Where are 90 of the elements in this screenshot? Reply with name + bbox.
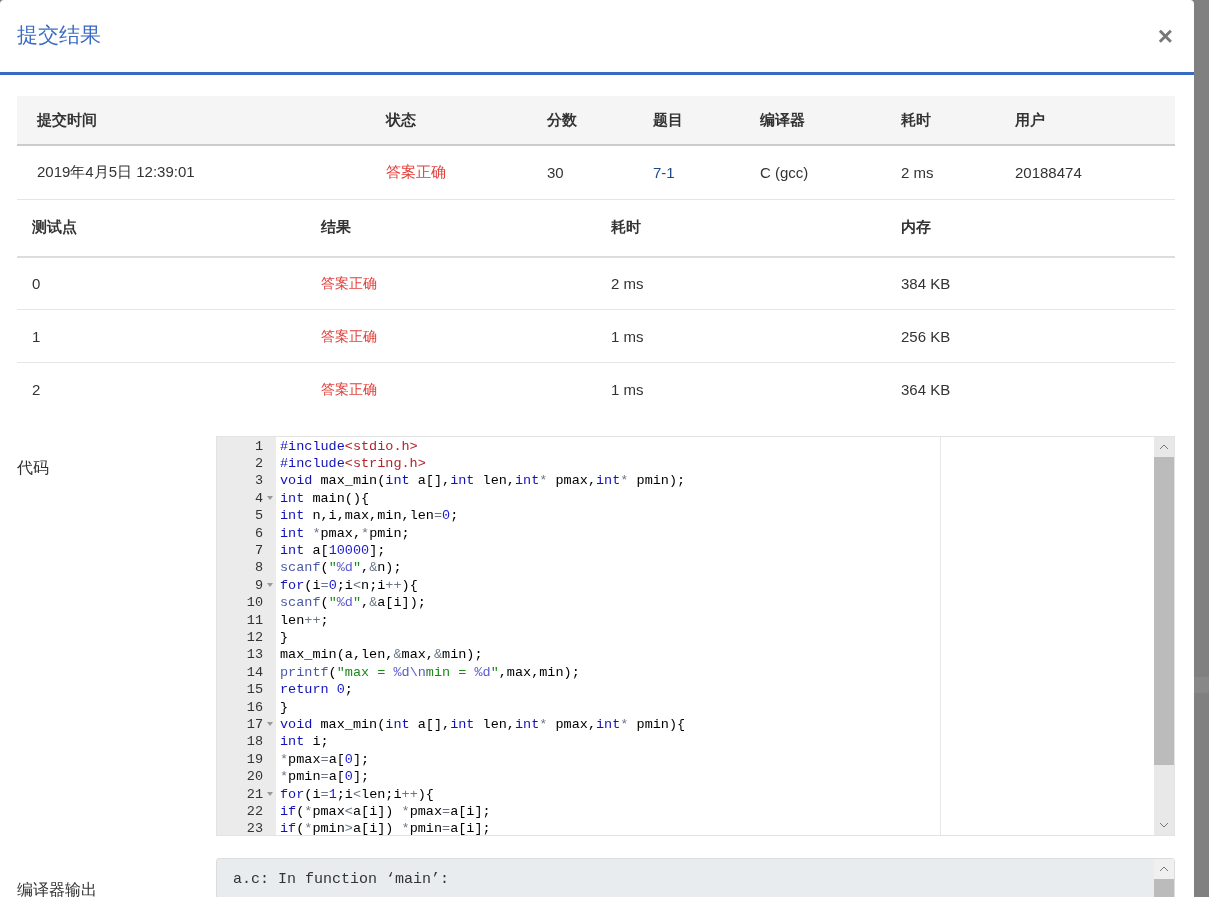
column-header: 耗时 xyxy=(611,218,641,235)
code-line: int main(){ xyxy=(280,490,370,506)
status-text: 答案正确 xyxy=(386,162,446,180)
scroll-up-icon[interactable] xyxy=(1159,443,1169,450)
dialog-title: 提交结果 xyxy=(17,22,101,48)
table-cell: 2 ms xyxy=(611,274,644,292)
table-cell: 30 xyxy=(547,163,564,181)
line-number: 7 xyxy=(254,543,263,559)
code-line: *pmax=a[0]; xyxy=(280,751,370,767)
fold-caret-icon[interactable] xyxy=(266,722,273,727)
line-number: 12 xyxy=(246,630,263,645)
code-line: if(*pmax<a[i]) *pmax=a[i]; xyxy=(280,803,491,819)
table-cell: 1 xyxy=(32,327,41,345)
status-text: 答案正确 xyxy=(321,327,377,344)
table-cell: 2019年4月5日 12:39:01 xyxy=(37,162,195,180)
section-label: 编译器输出 xyxy=(17,879,98,897)
column-header: 状态 xyxy=(386,110,416,128)
line-number: 20 xyxy=(246,769,263,785)
table-cell: C (gcc) xyxy=(760,163,809,181)
code-line: } xyxy=(280,630,289,645)
code-line: return 0; xyxy=(280,682,353,698)
line-number: 1 xyxy=(254,438,263,454)
column-header: 结果 xyxy=(321,218,351,235)
code-line: max_min(a,len,&max,&min); xyxy=(280,647,483,663)
code-line: scanf("%d",&a[i]); xyxy=(280,595,426,611)
column-header: 分数 xyxy=(547,110,577,128)
code-line: } xyxy=(280,699,289,715)
line-number: 16 xyxy=(246,699,263,715)
line-number: 17 xyxy=(246,716,263,732)
code-line: int n,i,max,min,len=0; xyxy=(280,508,459,524)
table-cell: 2 xyxy=(32,380,41,398)
status-text: 答案正确 xyxy=(321,274,377,291)
line-number: 21 xyxy=(246,786,263,802)
table-cell: 364 KB xyxy=(901,380,951,398)
line-number: 19 xyxy=(246,751,263,767)
scrollbar[interactable] xyxy=(1154,436,1174,835)
code-line: int *pmax,*pmin; xyxy=(280,525,410,541)
line-number: 13 xyxy=(246,647,263,663)
line-number: 10 xyxy=(246,595,263,611)
code-line: *pmin=a[0]; xyxy=(280,769,370,785)
line-number: 2 xyxy=(254,456,263,472)
code-line: int a[10000]; xyxy=(280,543,386,559)
line-number: 3 xyxy=(254,473,263,489)
code-line: #include<string.h> xyxy=(280,456,426,472)
code-line: void max_min(int a[],int len,int* pmax,int* pmin){ xyxy=(280,716,686,732)
code-line: void max_min(int a[],int len,int* pmax,int* pmin); xyxy=(280,473,686,489)
line-number: 15 xyxy=(246,682,263,698)
table-cell: 384 KB xyxy=(901,274,951,292)
column-header: 提交时间 xyxy=(37,110,97,128)
code-line: for(i=0;i<n;i++){ xyxy=(280,577,418,593)
line-number: 8 xyxy=(254,560,263,576)
fold-caret-icon[interactable] xyxy=(266,496,273,501)
code-line: printf("max = %d\nmin = %d",max,min); xyxy=(280,664,580,680)
line-number: 14 xyxy=(246,664,263,680)
column-header: 耗时 xyxy=(901,110,931,128)
section-label: 代码 xyxy=(17,457,50,478)
column-header: 测试点 xyxy=(32,218,77,235)
table-cell: 1 ms xyxy=(611,380,644,398)
code-line: len++; xyxy=(280,612,329,628)
status-text: 答案正确 xyxy=(321,380,377,397)
column-header: 内存 xyxy=(901,218,931,235)
table-cell: 20188474 xyxy=(1015,163,1082,181)
line-number: 6 xyxy=(254,525,263,541)
line-number: 22 xyxy=(246,803,263,819)
line-number: 4 xyxy=(254,490,263,506)
problem-link[interactable]: 7-1 xyxy=(653,163,675,181)
column-header: 编译器 xyxy=(760,110,805,128)
fold-caret-icon[interactable] xyxy=(266,792,273,796)
table-cell: 2 ms xyxy=(901,163,934,181)
table-cell: 0 xyxy=(32,274,41,292)
code-line: for(i=1;i<len;i++){ xyxy=(280,786,434,802)
line-number: 23 xyxy=(246,821,263,835)
scroll-down-icon[interactable] xyxy=(1159,821,1169,828)
line-number: 5 xyxy=(254,508,263,524)
scroll-up-icon[interactable] xyxy=(1159,865,1169,872)
close-button[interactable]: × xyxy=(1153,23,1177,49)
line-number: 11 xyxy=(246,612,263,628)
compiler-output-text: a.c: In function ‘main’: xyxy=(232,869,450,890)
line-number: 18 xyxy=(246,734,263,750)
table-cell: 256 KB xyxy=(901,327,951,345)
code-editor[interactable] xyxy=(216,435,1175,836)
code-line: #include<stdio.h> xyxy=(280,438,418,454)
table-cell: 1 ms xyxy=(611,327,644,345)
fold-caret-icon[interactable] xyxy=(266,583,273,588)
column-header: 题目 xyxy=(653,110,683,128)
column-header: 用户 xyxy=(1015,110,1045,128)
code-line: int i; xyxy=(280,734,329,750)
code-line: if(*pmin>a[i]) *pmin=a[i]; xyxy=(280,821,491,835)
line-number: 9 xyxy=(254,577,263,593)
code-line: scanf("%d",&n); xyxy=(280,560,402,576)
